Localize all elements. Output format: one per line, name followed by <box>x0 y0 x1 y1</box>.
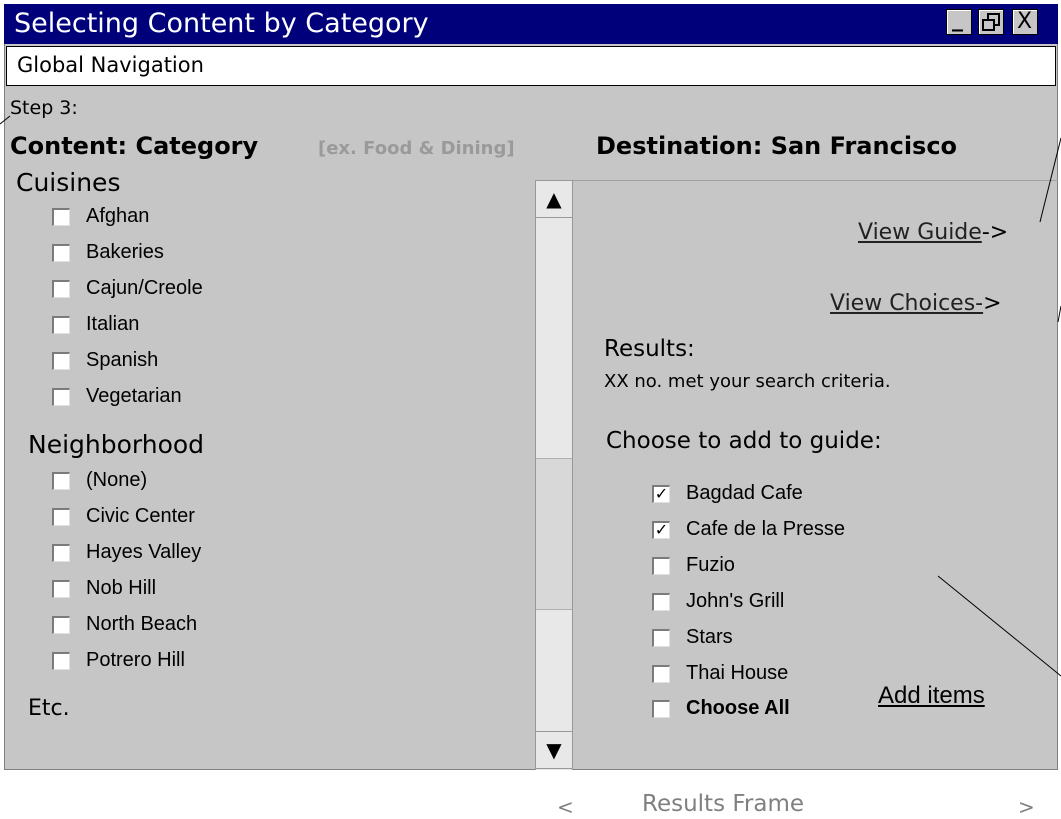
annotation-line-view-guide <box>1039 137 1061 223</box>
next-frame-button[interactable]: > <box>1018 795 1035 819</box>
annotation-line-add-items <box>937 575 1061 677</box>
annotation-line-step <box>0 115 11 125</box>
prev-frame-button[interactable]: < <box>557 795 574 819</box>
results-frame-label: Results Frame <box>642 791 805 817</box>
annotation-lines <box>0 115 1061 677</box>
